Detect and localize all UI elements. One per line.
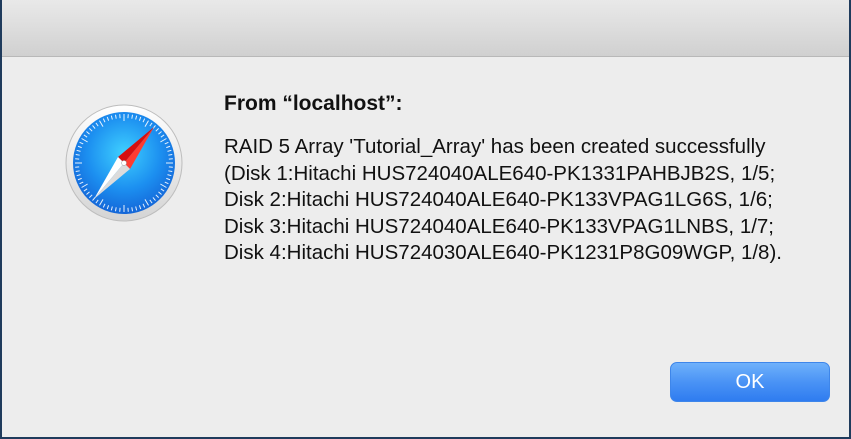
- compass-tick: [131, 114, 134, 119]
- compass-tick: [114, 114, 117, 119]
- compass-tick: [168, 170, 173, 173]
- window-titlebar[interactable]: [2, 0, 849, 57]
- alert-title: From “localhost”:: [224, 92, 403, 115]
- safari-compass-icon: [65, 104, 183, 222]
- alert-message: RAID 5 Array 'Tutorial_Array' has been c…: [224, 135, 782, 265]
- compass-tick: [75, 153, 80, 156]
- ok-button[interactable]: OK: [670, 362, 830, 402]
- compass-tick: [168, 153, 173, 156]
- compass-tick: [75, 170, 80, 173]
- compass-tick: [114, 207, 117, 212]
- alert-window: From “localhost”: RAID 5 Array 'Tutorial…: [0, 0, 851, 439]
- compass-tick: [131, 207, 134, 212]
